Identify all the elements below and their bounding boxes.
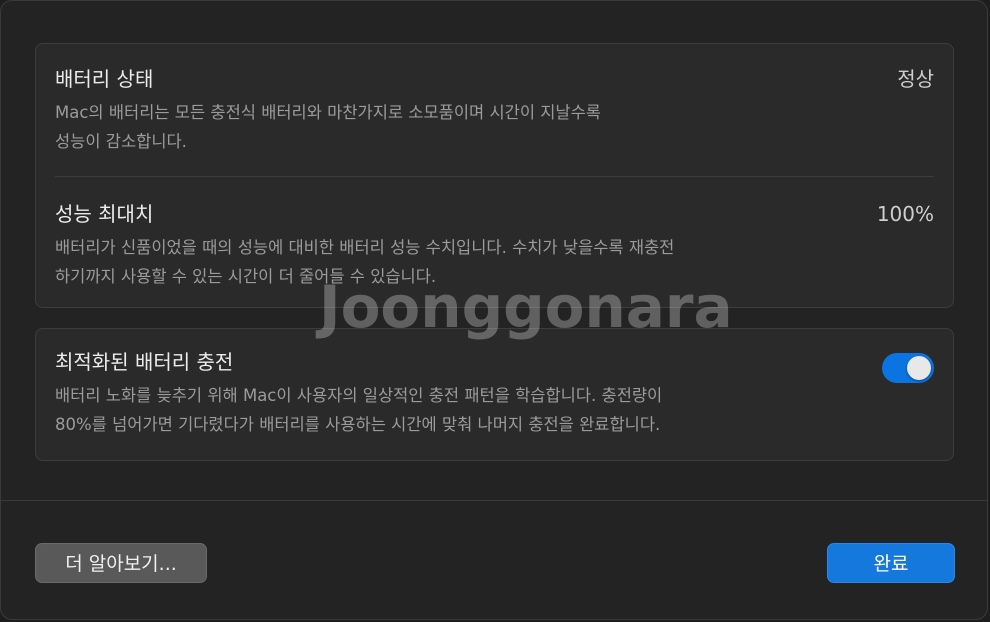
battery-health-value: 정상: [897, 67, 934, 91]
toggle-knob: [907, 356, 931, 380]
battery-health-title: 배터리 상태: [55, 67, 154, 91]
maximum-capacity-title: 성능 최대치: [55, 202, 154, 226]
optimized-charging-row: 최적화된 배터리 충전 배터리 노화를 늦추기 위해 Mac이 사용자의 일상적…: [55, 349, 934, 439]
optimized-charging-title: 최적화된 배터리 충전: [55, 350, 234, 374]
optimized-charging-description: 배터리 노화를 늦추기 위해 Mac이 사용자의 일상적인 충전 패턴을 학습합…: [55, 386, 663, 434]
maximum-capacity-description: 배터리가 신품이었을 때의 성능에 대비한 배터리 성능 수치입니다. 수치가 …: [55, 238, 675, 286]
learn-more-button[interactable]: 더 알아보기...: [35, 543, 207, 583]
done-button[interactable]: 완료: [827, 543, 955, 583]
battery-health-row: 배터리 상태 정상 Mac의 배터리는 모든 충전식 배터리와 마찬가지로 소모…: [55, 66, 934, 156]
group-divider: [55, 176, 934, 177]
maximum-capacity-row: 성능 최대치 100% 배터리가 신품이었을 때의 성능에 대비한 배터리 성능…: [55, 201, 934, 291]
battery-health-description: Mac의 배터리는 모든 충전식 배터리와 마찬가지로 소모품이며 시간이 지날…: [55, 103, 601, 151]
maximum-capacity-value: 100%: [876, 202, 934, 226]
battery-info-group: 배터리 상태 정상 Mac의 배터리는 모든 충전식 배터리와 마찬가지로 소모…: [35, 43, 954, 308]
footer-divider: [1, 500, 987, 501]
optimized-charging-toggle[interactable]: [882, 353, 934, 383]
optimized-charging-group: 최적화된 배터리 충전 배터리 노화를 늦추기 위해 Mac이 사용자의 일상적…: [35, 328, 954, 461]
battery-health-sheet: 배터리 상태 정상 Mac의 배터리는 모든 충전식 배터리와 마찬가지로 소모…: [0, 0, 988, 620]
